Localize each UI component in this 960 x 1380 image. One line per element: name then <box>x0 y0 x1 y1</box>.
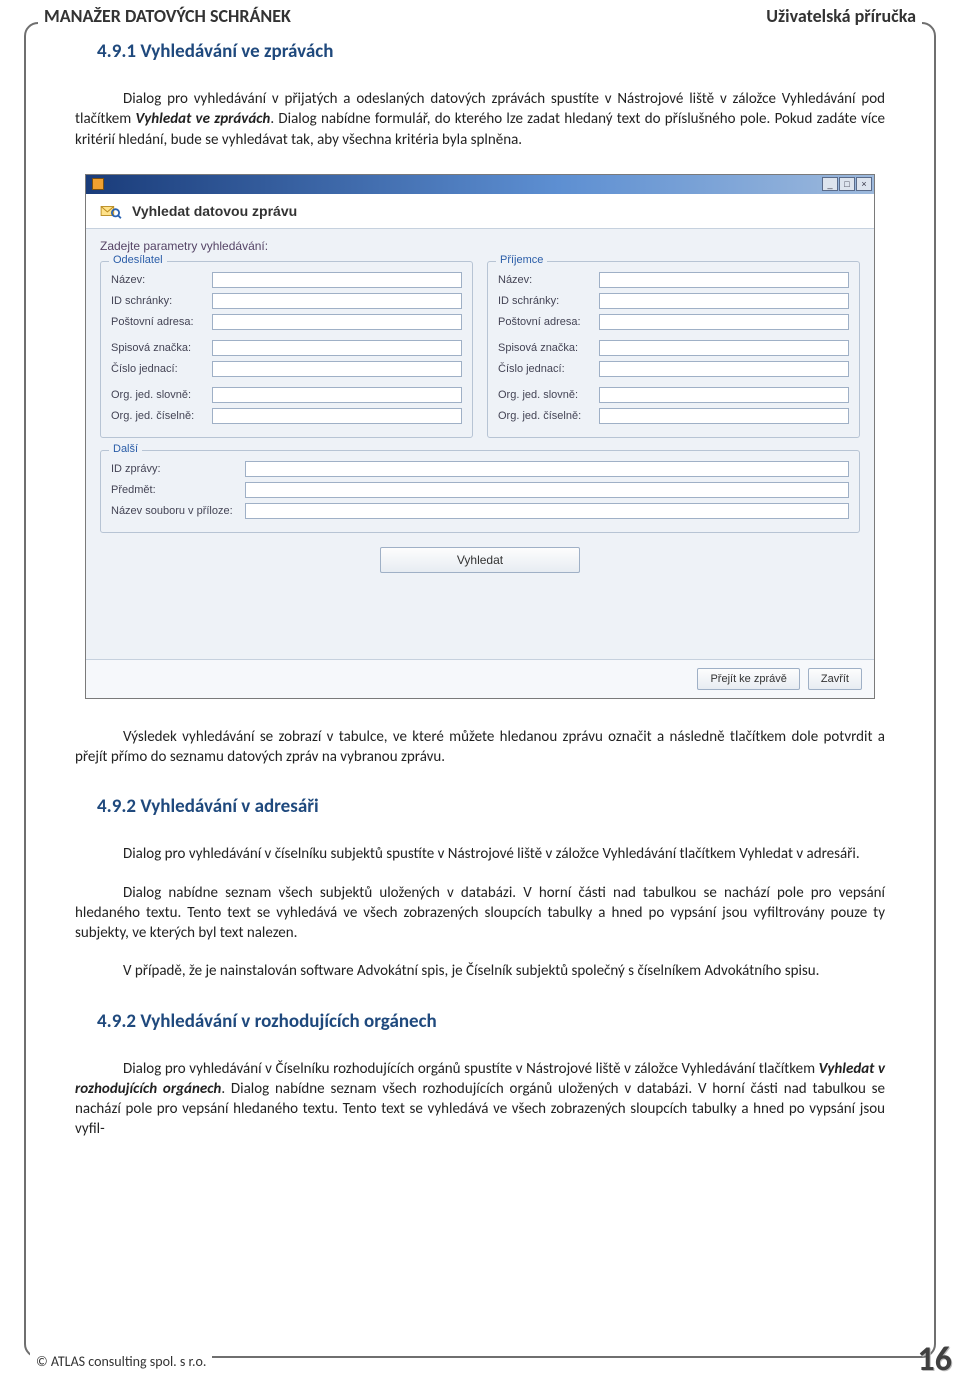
label-adresa-r: Poštovní adresa: <box>498 316 593 328</box>
window-controls: _ □ × <box>822 177 872 191</box>
label-id-zpravy: ID zprávy: <box>111 463 239 475</box>
input-sender-id[interactable] <box>212 293 462 309</box>
footer-copyright: © ATLAS consulting spol. s r.o. <box>30 1353 212 1370</box>
search-button-row: Vyhledat <box>100 547 860 573</box>
dialog-heading: Vyhledat datovou zprávu <box>132 203 297 219</box>
label-nazev: Název: <box>111 274 206 286</box>
input-predmet[interactable] <box>245 482 849 498</box>
input-recipient-id[interactable] <box>599 293 849 309</box>
dialog-heading-row: Vyhledat datovou zprávu <box>86 194 874 229</box>
input-recipient-org-slovne[interactable] <box>599 387 849 403</box>
label-predmet: Předmět: <box>111 484 239 496</box>
section-title-3: 4.9.2 Vyhledávání v rozhodujících orgáne… <box>97 1010 905 1033</box>
text: Dialog pro vyhledávání v Číselníku rozho… <box>123 1060 819 1078</box>
label-org-ciselne: Org. jed. číselně: <box>111 410 206 422</box>
minimize-button[interactable]: _ <box>822 177 838 191</box>
input-nazev-souboru[interactable] <box>245 503 849 519</box>
header-right: Uživatelská příručka <box>766 5 916 27</box>
section-3-para-1: Dialog pro vyhledávání v Číselníku rozho… <box>75 1059 885 1140</box>
section-2-para-1: Dialog pro vyhledávání v číselníku subje… <box>75 844 885 864</box>
label-nazev-souboru: Název souboru v příloze: <box>111 505 239 517</box>
section-1-para-2: Výsledek vyhledávání se zobrazí v tabulc… <box>75 727 885 768</box>
legend-recipient: Příjemce <box>496 254 547 266</box>
window-body: Vyhledat datovou zprávu Zadejte parametr… <box>86 194 874 698</box>
fieldset-recipient: Příjemce Název: ID schránky: Poštovní ad… <box>487 261 860 438</box>
input-recipient-adresa[interactable] <box>599 314 849 330</box>
input-recipient-spisova[interactable] <box>599 340 849 356</box>
dialog-inner: Zadejte parametry vyhledávání: Odesílate… <box>86 229 874 659</box>
input-recipient-org-ciselne[interactable] <box>599 408 849 424</box>
label-org-slovne-r: Org. jed. slovně: <box>498 389 593 401</box>
label-id: ID schránky: <box>111 295 206 307</box>
fieldset-other: Další ID zprávy: Předmět: Název souboru … <box>100 450 860 533</box>
fieldset-sender: Odesílatel Název: ID schránky: Poštovní … <box>100 261 473 438</box>
bold-text: Vyhledat ve zprávách <box>136 110 271 128</box>
input-recipient-cislo[interactable] <box>599 361 849 377</box>
label-cislo: Číslo jednací: <box>111 363 206 375</box>
input-id-zpravy[interactable] <box>245 461 849 477</box>
header-left: MANAŽER DATOVÝCH SCHRÁNEK <box>44 5 291 27</box>
label-cislo-r: Číslo jednací: <box>498 363 593 375</box>
maximize-button[interactable]: □ <box>839 177 855 191</box>
input-sender-org-ciselne[interactable] <box>212 408 462 424</box>
search-mail-icon <box>100 202 122 220</box>
close-button[interactable]: × <box>856 177 872 191</box>
params-label: Zadejte parametry vyhledávání: <box>100 239 860 253</box>
page-content: 4.9.1 Vyhledávání ve zprávách Dialog pro… <box>55 40 905 1330</box>
legend-other: Další <box>109 443 142 455</box>
input-sender-cislo[interactable] <box>212 361 462 377</box>
label-org-ciselne-r: Org. jed. číselně: <box>498 410 593 422</box>
page-header: MANAŽER DATOVÝCH SCHRÁNEK Uživatelská př… <box>38 5 922 27</box>
label-spisova: Spisová značka: <box>111 342 206 354</box>
search-button[interactable]: Vyhledat <box>380 547 580 573</box>
dialog-window: _ □ × Vyhledat datovou zprávu Zadejte pa… <box>85 174 875 699</box>
goto-message-button[interactable]: Přejít ke zprávě <box>697 668 799 690</box>
section-title-1: 4.9.1 Vyhledávání ve zprávách <box>97 40 905 63</box>
input-sender-spisova[interactable] <box>212 340 462 356</box>
label-adresa: Poštovní adresa: <box>111 316 206 328</box>
page-number: 16 <box>918 1339 952 1380</box>
section-2-para-2: Dialog nabídne seznam všech subjektů ulo… <box>75 883 885 944</box>
label-org-slovne: Org. jed. slovně: <box>111 389 206 401</box>
section-title-2: 4.9.2 Vyhledávání v adresáři <box>97 795 905 818</box>
input-sender-org-slovne[interactable] <box>212 387 462 403</box>
input-sender-adresa[interactable] <box>212 314 462 330</box>
dialog-footer: Přejít ke zprávě Zavřít <box>86 659 874 698</box>
label-nazev-r: Název: <box>498 274 593 286</box>
input-recipient-nazev[interactable] <box>599 272 849 288</box>
label-id-r: ID schránky: <box>498 295 593 307</box>
results-placeholder <box>100 573 860 647</box>
section-1-para-1: Dialog pro vyhledávání v přijatých a ode… <box>75 89 885 150</box>
fieldset-other-wrap: Další ID zprávy: Předmět: Název souboru … <box>100 450 860 533</box>
legend-sender: Odesílatel <box>109 254 167 266</box>
section-2-para-3: V případě, že je nainstalován software A… <box>75 961 885 981</box>
window-titlebar: _ □ × <box>86 175 874 194</box>
input-sender-nazev[interactable] <box>212 272 462 288</box>
label-spisova-r: Spisová značka: <box>498 342 593 354</box>
app-icon <box>92 178 104 190</box>
close-dialog-button[interactable]: Zavřít <box>808 668 862 690</box>
groups-row: Odesílatel Název: ID schránky: Poštovní … <box>100 261 860 438</box>
